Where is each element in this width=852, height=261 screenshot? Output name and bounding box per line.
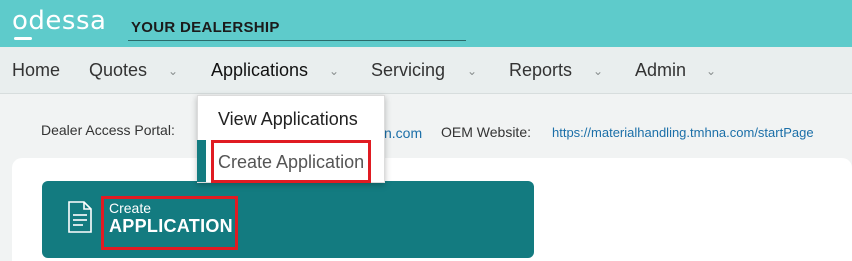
dealership-underline — [128, 40, 466, 41]
nav-applications[interactable]: Applications — [211, 47, 308, 93]
chevron-down-icon[interactable]: ⌄ — [593, 47, 603, 93]
chevron-down-icon[interactable]: ⌄ — [467, 47, 477, 93]
menu-active-indicator — [197, 140, 206, 182]
dealer-portal-label: Dealer Access Portal: — [41, 122, 175, 138]
dealership-name: YOUR DEALERSHIP — [131, 19, 280, 36]
app-logo[interactable]: odessa — [12, 6, 106, 36]
nav-home[interactable]: Home — [12, 47, 60, 93]
highlight-box-tile — [101, 196, 238, 250]
oem-website-link[interactable]: https://materialhandling.tmhna.com/start… — [552, 125, 814, 140]
chevron-down-icon[interactable]: ⌄ — [329, 47, 339, 93]
chevron-down-icon[interactable]: ⌄ — [706, 47, 716, 93]
nav-quotes[interactable]: Quotes — [89, 47, 147, 93]
logo-accent — [14, 37, 32, 40]
dealer-portal-link[interactable]: n.com — [384, 125, 422, 141]
nav-servicing[interactable]: Servicing — [371, 47, 445, 93]
highlight-box-menu — [211, 140, 371, 183]
nav-reports[interactable]: Reports — [509, 47, 572, 93]
document-icon — [68, 201, 92, 233]
oem-website-label: OEM Website: — [441, 124, 531, 140]
nav-admin[interactable]: Admin — [635, 47, 686, 93]
menu-item-view-applications[interactable]: View Applications — [218, 109, 358, 130]
main-nav: Home Quotes ⌄ Applications ⌄ Servicing ⌄… — [0, 47, 852, 94]
top-header: odessa YOUR DEALERSHIP — [0, 0, 852, 47]
chevron-down-icon[interactable]: ⌄ — [168, 47, 178, 93]
